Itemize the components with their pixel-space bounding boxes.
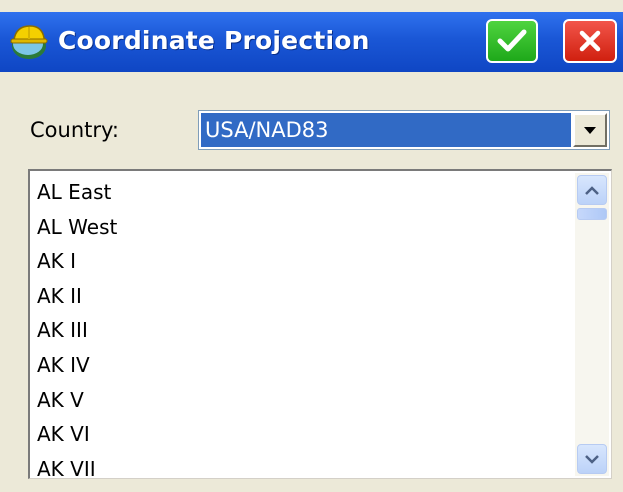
country-label: Country: (30, 118, 119, 142)
scroll-up-button[interactable] (577, 175, 607, 205)
list-item[interactable]: AL West (30, 210, 573, 245)
title-bar: Coordinate Projection (0, 12, 623, 72)
country-selected-value[interactable]: USA/NAD83 (201, 113, 571, 147)
country-dropdown[interactable]: USA/NAD83 (198, 110, 610, 150)
zone-list: AL East AL West AK I AK II AK III AK IV … (30, 175, 573, 478)
list-item[interactable]: AK VII (30, 452, 573, 478)
ok-button[interactable] (486, 19, 538, 63)
list-item[interactable]: AK II (30, 279, 573, 314)
list-item[interactable]: AL East (30, 175, 573, 210)
list-item[interactable]: AK V (30, 383, 573, 418)
checkmark-icon (497, 29, 527, 52)
x-icon (579, 30, 601, 52)
dropdown-arrow-button[interactable] (573, 113, 607, 147)
chevron-down-icon (585, 454, 599, 464)
list-item[interactable]: AK IV (30, 348, 573, 383)
app-hardhat-icon (10, 25, 48, 59)
list-item[interactable]: AK III (30, 313, 573, 348)
vertical-scrollbar[interactable] (575, 173, 609, 476)
scroll-down-button[interactable] (577, 444, 607, 474)
close-button[interactable] (563, 19, 617, 63)
list-item[interactable]: AK I (30, 244, 573, 279)
zone-listbox[interactable]: AL East AL West AK I AK II AK III AK IV … (28, 169, 612, 479)
list-item[interactable]: AK VI (30, 417, 573, 452)
window-title: Coordinate Projection (58, 26, 370, 55)
chevron-up-icon (585, 185, 599, 195)
chevron-down-icon (584, 126, 596, 134)
scroll-thumb[interactable] (577, 208, 607, 220)
